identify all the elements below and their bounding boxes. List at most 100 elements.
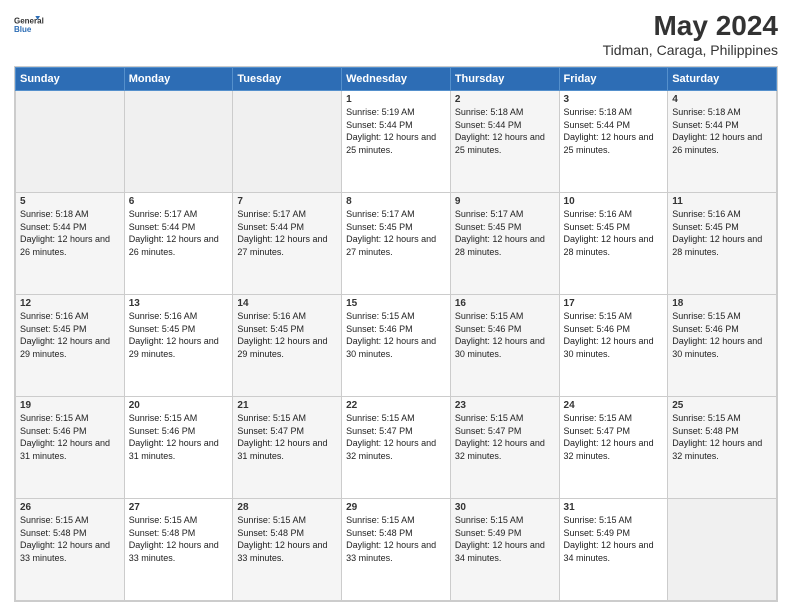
calendar-day-cell: 15Sunrise: 5:15 AM Sunset: 5:46 PM Dayli…: [342, 295, 451, 397]
day-number: 25: [672, 400, 772, 411]
day-info: Sunrise: 5:15 AM Sunset: 5:49 PM Dayligh…: [455, 514, 555, 564]
title-block: May 2024 Tidman, Caraga, Philippines: [603, 10, 778, 58]
weekday-header: Wednesday: [342, 68, 451, 91]
day-number: 17: [564, 298, 664, 309]
day-info: Sunrise: 5:15 AM Sunset: 5:47 PM Dayligh…: [564, 412, 664, 462]
calendar-day-cell: 20Sunrise: 5:15 AM Sunset: 5:46 PM Dayli…: [124, 397, 233, 499]
day-number: 5: [20, 196, 120, 207]
calendar-week-row: 26Sunrise: 5:15 AM Sunset: 5:48 PM Dayli…: [16, 499, 777, 601]
header: General Blue General Blue May 2024 Tidma…: [14, 10, 778, 58]
calendar-day-cell: 4Sunrise: 5:18 AM Sunset: 5:44 PM Daylig…: [668, 91, 777, 193]
day-number: 11: [672, 196, 772, 207]
calendar-day-cell: 6Sunrise: 5:17 AM Sunset: 5:44 PM Daylig…: [124, 193, 233, 295]
day-info: Sunrise: 5:18 AM Sunset: 5:44 PM Dayligh…: [20, 208, 120, 258]
day-info: Sunrise: 5:18 AM Sunset: 5:44 PM Dayligh…: [564, 106, 664, 156]
calendar-day-cell: 18Sunrise: 5:15 AM Sunset: 5:46 PM Dayli…: [668, 295, 777, 397]
calendar-week-row: 12Sunrise: 5:16 AM Sunset: 5:45 PM Dayli…: [16, 295, 777, 397]
calendar-day-cell: [16, 91, 125, 193]
calendar-week-row: 19Sunrise: 5:15 AM Sunset: 5:46 PM Dayli…: [16, 397, 777, 499]
day-number: 24: [564, 400, 664, 411]
calendar-body: 1Sunrise: 5:19 AM Sunset: 5:44 PM Daylig…: [16, 91, 777, 601]
day-info: Sunrise: 5:15 AM Sunset: 5:48 PM Dayligh…: [672, 412, 772, 462]
day-info: Sunrise: 5:15 AM Sunset: 5:46 PM Dayligh…: [564, 310, 664, 360]
day-info: Sunrise: 5:15 AM Sunset: 5:46 PM Dayligh…: [346, 310, 446, 360]
svg-text:General: General: [14, 16, 44, 25]
calendar-day-cell: 7Sunrise: 5:17 AM Sunset: 5:44 PM Daylig…: [233, 193, 342, 295]
day-number: 12: [20, 298, 120, 309]
day-info: Sunrise: 5:15 AM Sunset: 5:46 PM Dayligh…: [129, 412, 229, 462]
day-number: 22: [346, 400, 446, 411]
calendar-day-cell: 10Sunrise: 5:16 AM Sunset: 5:45 PM Dayli…: [559, 193, 668, 295]
location-subtitle: Tidman, Caraga, Philippines: [603, 42, 778, 58]
calendar-day-cell: 17Sunrise: 5:15 AM Sunset: 5:46 PM Dayli…: [559, 295, 668, 397]
calendar-week-row: 5Sunrise: 5:18 AM Sunset: 5:44 PM Daylig…: [16, 193, 777, 295]
day-info: Sunrise: 5:17 AM Sunset: 5:45 PM Dayligh…: [346, 208, 446, 258]
calendar-day-cell: 28Sunrise: 5:15 AM Sunset: 5:48 PM Dayli…: [233, 499, 342, 601]
day-info: Sunrise: 5:16 AM Sunset: 5:45 PM Dayligh…: [129, 310, 229, 360]
calendar-day-cell: 30Sunrise: 5:15 AM Sunset: 5:49 PM Dayli…: [450, 499, 559, 601]
day-number: 15: [346, 298, 446, 309]
main-title: May 2024: [603, 10, 778, 42]
day-info: Sunrise: 5:15 AM Sunset: 5:46 PM Dayligh…: [672, 310, 772, 360]
day-info: Sunrise: 5:15 AM Sunset: 5:46 PM Dayligh…: [455, 310, 555, 360]
calendar-day-cell: 16Sunrise: 5:15 AM Sunset: 5:46 PM Dayli…: [450, 295, 559, 397]
weekday-header: Friday: [559, 68, 668, 91]
day-number: 7: [237, 196, 337, 207]
svg-text:Blue: Blue: [14, 25, 32, 34]
day-number: 28: [237, 502, 337, 513]
calendar-day-cell: 22Sunrise: 5:15 AM Sunset: 5:47 PM Dayli…: [342, 397, 451, 499]
calendar-day-cell: 8Sunrise: 5:17 AM Sunset: 5:45 PM Daylig…: [342, 193, 451, 295]
calendar-day-cell: [668, 499, 777, 601]
weekday-header: Saturday: [668, 68, 777, 91]
logo-icon: General Blue: [14, 10, 44, 40]
day-number: 3: [564, 94, 664, 105]
day-number: 4: [672, 94, 772, 105]
day-info: Sunrise: 5:17 AM Sunset: 5:44 PM Dayligh…: [237, 208, 337, 258]
calendar-day-cell: 31Sunrise: 5:15 AM Sunset: 5:49 PM Dayli…: [559, 499, 668, 601]
calendar: SundayMondayTuesdayWednesdayThursdayFrid…: [14, 66, 778, 602]
calendar-day-cell: 3Sunrise: 5:18 AM Sunset: 5:44 PM Daylig…: [559, 91, 668, 193]
day-number: 26: [20, 502, 120, 513]
day-info: Sunrise: 5:16 AM Sunset: 5:45 PM Dayligh…: [237, 310, 337, 360]
day-number: 27: [129, 502, 229, 513]
day-info: Sunrise: 5:15 AM Sunset: 5:48 PM Dayligh…: [346, 514, 446, 564]
day-info: Sunrise: 5:16 AM Sunset: 5:45 PM Dayligh…: [20, 310, 120, 360]
day-number: 31: [564, 502, 664, 513]
day-number: 23: [455, 400, 555, 411]
day-number: 19: [20, 400, 120, 411]
day-number: 9: [455, 196, 555, 207]
day-info: Sunrise: 5:18 AM Sunset: 5:44 PM Dayligh…: [455, 106, 555, 156]
day-info: Sunrise: 5:15 AM Sunset: 5:48 PM Dayligh…: [20, 514, 120, 564]
logo: General Blue General Blue: [14, 10, 44, 40]
calendar-day-cell: 27Sunrise: 5:15 AM Sunset: 5:48 PM Dayli…: [124, 499, 233, 601]
day-number: 2: [455, 94, 555, 105]
day-info: Sunrise: 5:15 AM Sunset: 5:46 PM Dayligh…: [20, 412, 120, 462]
day-number: 8: [346, 196, 446, 207]
day-info: Sunrise: 5:17 AM Sunset: 5:45 PM Dayligh…: [455, 208, 555, 258]
calendar-day-cell: [124, 91, 233, 193]
calendar-day-cell: 9Sunrise: 5:17 AM Sunset: 5:45 PM Daylig…: [450, 193, 559, 295]
calendar-day-cell: 29Sunrise: 5:15 AM Sunset: 5:48 PM Dayli…: [342, 499, 451, 601]
calendar-day-cell: 13Sunrise: 5:16 AM Sunset: 5:45 PM Dayli…: [124, 295, 233, 397]
calendar-day-cell: 14Sunrise: 5:16 AM Sunset: 5:45 PM Dayli…: [233, 295, 342, 397]
day-number: 14: [237, 298, 337, 309]
weekday-header: Monday: [124, 68, 233, 91]
day-number: 16: [455, 298, 555, 309]
calendar-day-cell: 26Sunrise: 5:15 AM Sunset: 5:48 PM Dayli…: [16, 499, 125, 601]
day-number: 13: [129, 298, 229, 309]
calendar-day-cell: 24Sunrise: 5:15 AM Sunset: 5:47 PM Dayli…: [559, 397, 668, 499]
weekday-header: Sunday: [16, 68, 125, 91]
weekday-header-row: SundayMondayTuesdayWednesdayThursdayFrid…: [16, 68, 777, 91]
calendar-day-cell: 2Sunrise: 5:18 AM Sunset: 5:44 PM Daylig…: [450, 91, 559, 193]
day-number: 18: [672, 298, 772, 309]
day-number: 20: [129, 400, 229, 411]
day-info: Sunrise: 5:15 AM Sunset: 5:49 PM Dayligh…: [564, 514, 664, 564]
day-info: Sunrise: 5:15 AM Sunset: 5:48 PM Dayligh…: [237, 514, 337, 564]
day-info: Sunrise: 5:15 AM Sunset: 5:48 PM Dayligh…: [129, 514, 229, 564]
day-info: Sunrise: 5:15 AM Sunset: 5:47 PM Dayligh…: [346, 412, 446, 462]
day-info: Sunrise: 5:16 AM Sunset: 5:45 PM Dayligh…: [564, 208, 664, 258]
day-number: 30: [455, 502, 555, 513]
day-number: 10: [564, 196, 664, 207]
day-info: Sunrise: 5:19 AM Sunset: 5:44 PM Dayligh…: [346, 106, 446, 156]
day-number: 29: [346, 502, 446, 513]
